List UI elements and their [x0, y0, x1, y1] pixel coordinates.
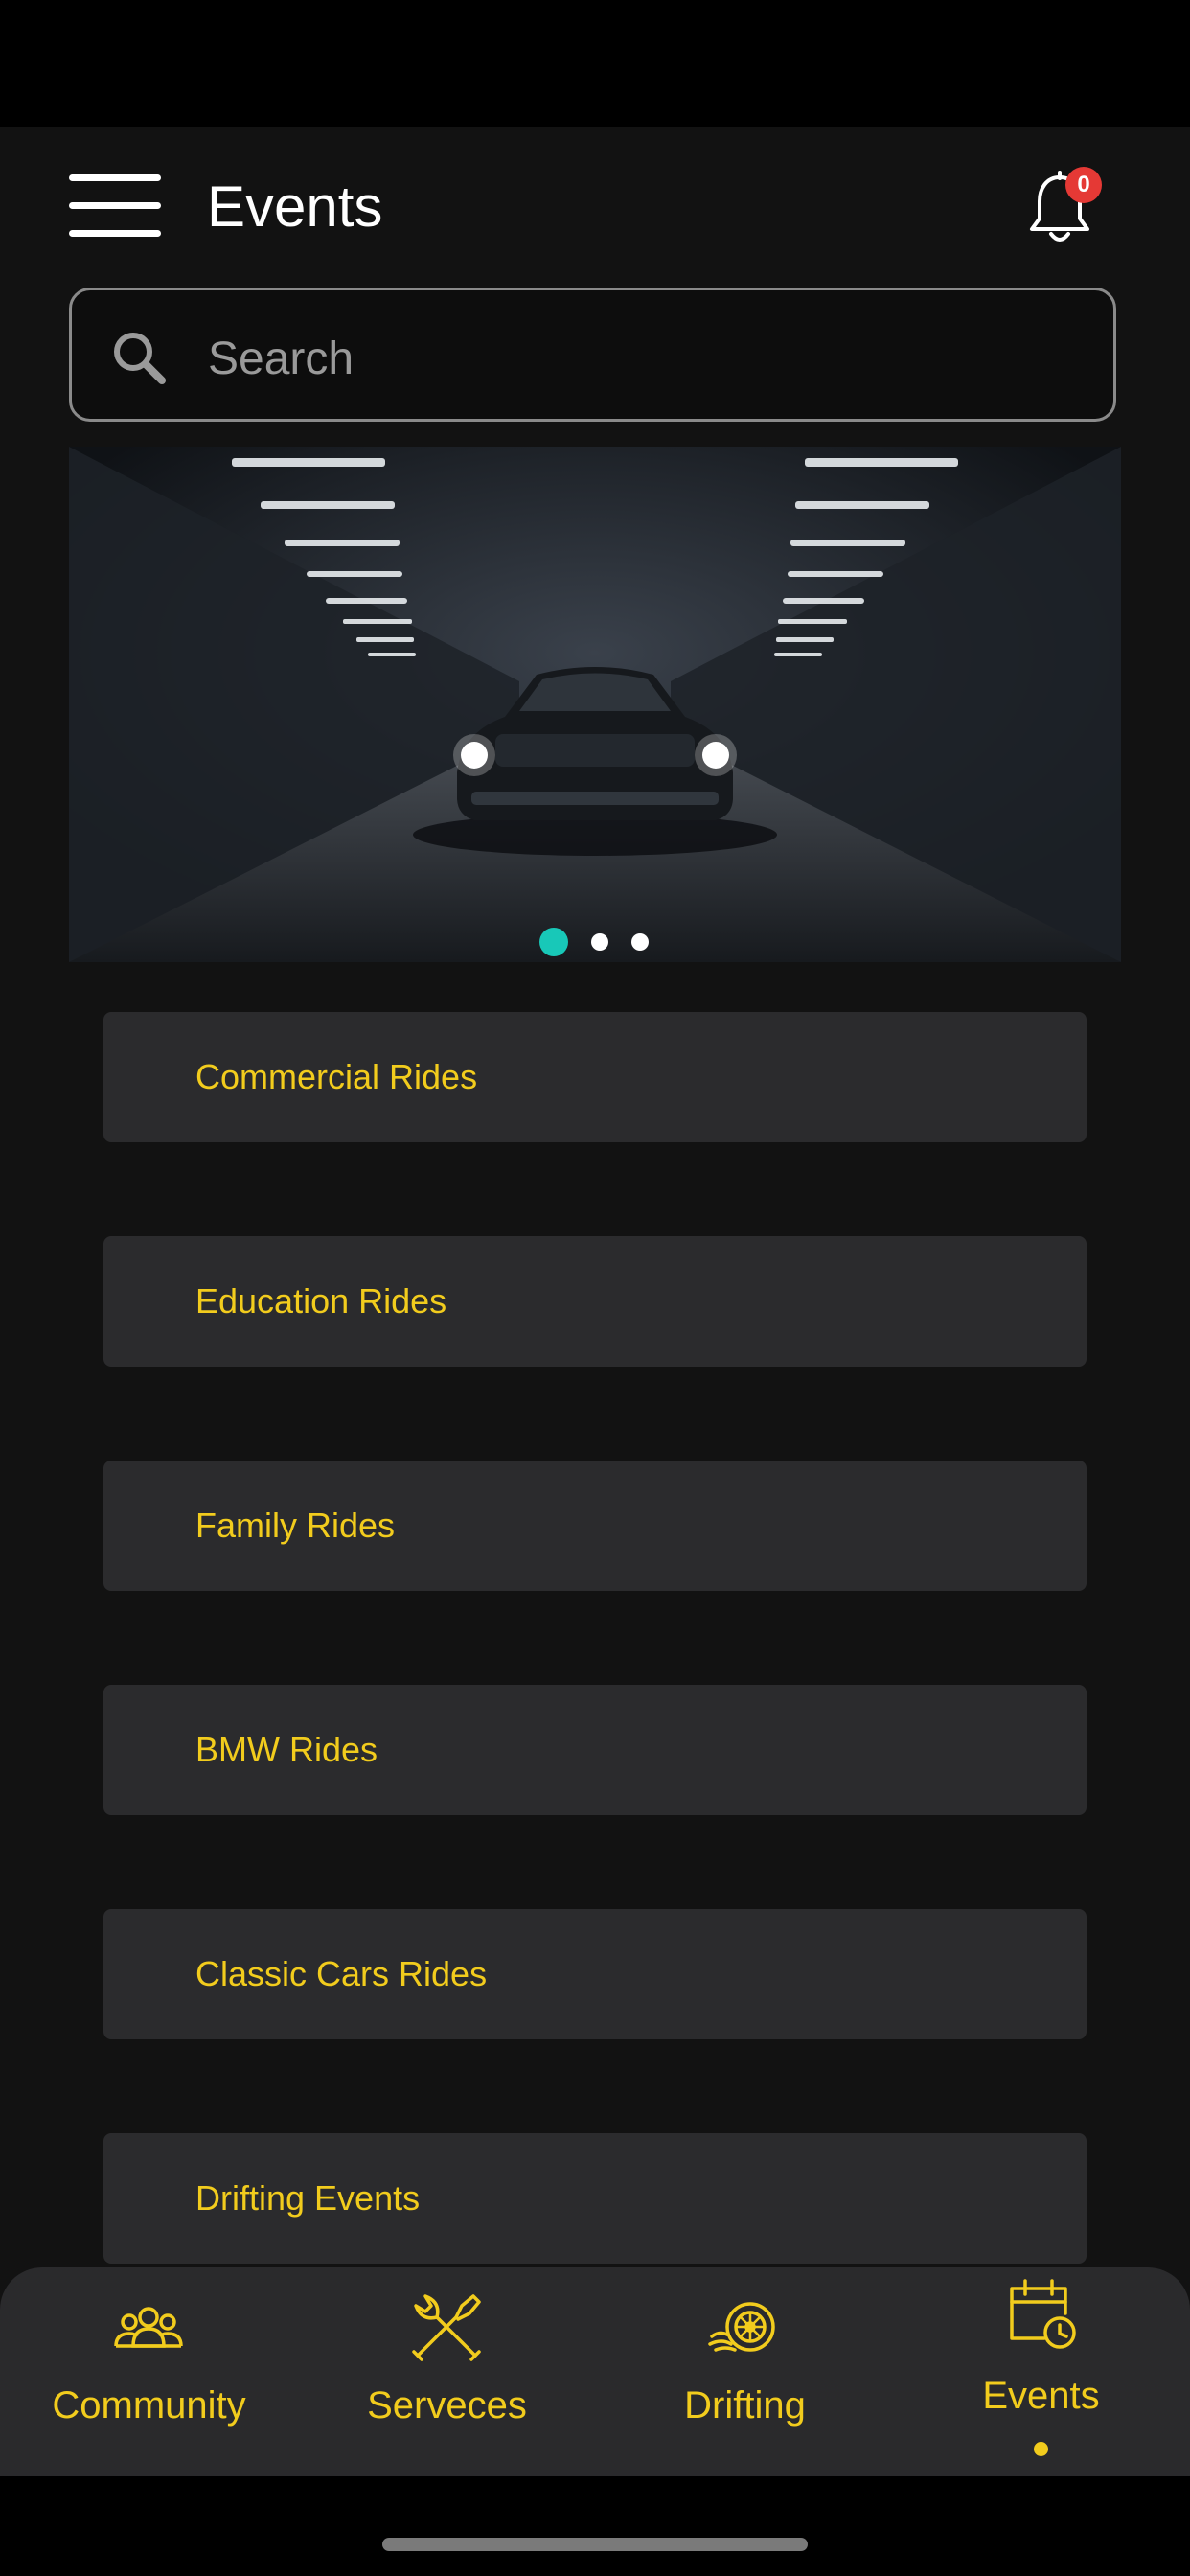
search-input[interactable]: [206, 324, 1072, 393]
category-family-rides[interactable]: Family Rides: [103, 1460, 1087, 1591]
nav-label: Serveces: [367, 2384, 527, 2426]
banner-carousel[interactable]: [69, 447, 1121, 962]
category-classic-cars-rides[interactable]: Classic Cars Rides: [103, 1909, 1087, 2039]
app-header: Events 0: [0, 126, 1190, 285]
category-label: Education Rides: [195, 1281, 447, 1321]
nav-serveces[interactable]: Serveces: [298, 2267, 596, 2476]
category-commercial-rides[interactable]: Commercial Rides: [103, 1012, 1087, 1142]
category-label: Commercial Rides: [195, 1057, 478, 1096]
bottom-nav: Community Serveces Drifting Events: [0, 2267, 1190, 2476]
category-education-rides[interactable]: Education Rides: [103, 1236, 1087, 1367]
carousel-dot[interactable]: [591, 933, 608, 951]
tools-icon: [412, 2294, 481, 2361]
active-indicator: [1034, 2442, 1048, 2456]
hamburger-icon-line: [69, 202, 161, 209]
nav-label: Drifting: [684, 2384, 806, 2426]
search-bar[interactable]: [69, 288, 1116, 422]
category-label: Classic Cars Rides: [195, 1954, 488, 1993]
carousel-indicators: [69, 926, 1121, 958]
home-indicator-area: [0, 2476, 1190, 2576]
calendar-clock-icon: [1010, 2279, 1076, 2349]
notification-badge: 0: [1065, 167, 1102, 203]
category-drifting-events[interactable]: Drifting Events: [103, 2133, 1087, 2264]
nav-label: Events: [982, 2375, 1100, 2417]
hamburger-icon-line: [69, 174, 161, 181]
category-bmw-rides[interactable]: BMW Rides: [103, 1685, 1087, 1815]
search-icon: [114, 333, 166, 384]
category-label: BMW Rides: [195, 1730, 378, 1769]
carousel-dot[interactable]: [631, 933, 649, 951]
nav-drifting[interactable]: Drifting: [596, 2267, 894, 2476]
carousel-dot-active[interactable]: [539, 928, 568, 956]
community-icon: [114, 2307, 183, 2348]
status-bar: [0, 0, 1190, 126]
drifting-icon: [708, 2302, 775, 2352]
menu-button[interactable]: [69, 171, 161, 240]
category-label: Family Rides: [195, 1506, 396, 1545]
home-indicator[interactable]: [382, 2538, 808, 2551]
nav-community[interactable]: Community: [0, 2267, 298, 2476]
category-label: Drifting Events: [195, 2178, 421, 2218]
banner-image: [69, 447, 1121, 962]
nav-label: Community: [52, 2384, 246, 2426]
notifications-button[interactable]: 0: [1023, 167, 1110, 253]
nav-events[interactable]: Events: [892, 2267, 1190, 2476]
hamburger-icon-line: [69, 230, 161, 237]
page-title: Events: [207, 174, 383, 239]
